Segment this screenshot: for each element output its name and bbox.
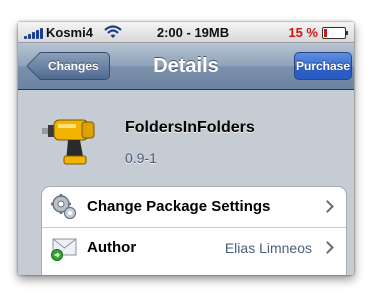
chevron-right-icon xyxy=(321,241,334,254)
author-name: Elias Limneos xyxy=(224,240,312,256)
phone-screen: Kosmi4 2:00 - 19MB 15 % Changes Details … xyxy=(18,22,354,275)
navigation-bar: Changes Details Purchase xyxy=(18,43,354,90)
signal-strength-icon xyxy=(24,27,44,39)
row-change-package-settings[interactable]: Change Package Settings xyxy=(42,187,346,227)
mail-icon xyxy=(51,238,77,261)
status-bar: Kosmi4 2:00 - 19MB 15 % xyxy=(18,22,354,43)
drill-icon xyxy=(42,119,95,165)
row-label: Author xyxy=(87,239,137,256)
battery-percent: 15 % xyxy=(288,25,318,40)
carrier-name: Kosmi4 xyxy=(46,25,93,40)
battery-icon xyxy=(322,27,348,39)
row-label: Change Package Settings xyxy=(87,198,271,215)
status-time: 2:00 - 19MB xyxy=(156,25,230,40)
details-table: Change Package Settings Author Elias Lim… xyxy=(41,186,347,275)
purchase-button[interactable]: Purchase xyxy=(294,52,352,80)
chevron-right-icon xyxy=(321,200,334,213)
gears-icon xyxy=(51,194,77,220)
package-name: FoldersInFolders xyxy=(125,119,255,136)
wifi-icon xyxy=(104,25,122,38)
package-version: 0.9-1 xyxy=(125,150,157,166)
row-author[interactable]: Author Elias Limneos xyxy=(42,227,346,268)
